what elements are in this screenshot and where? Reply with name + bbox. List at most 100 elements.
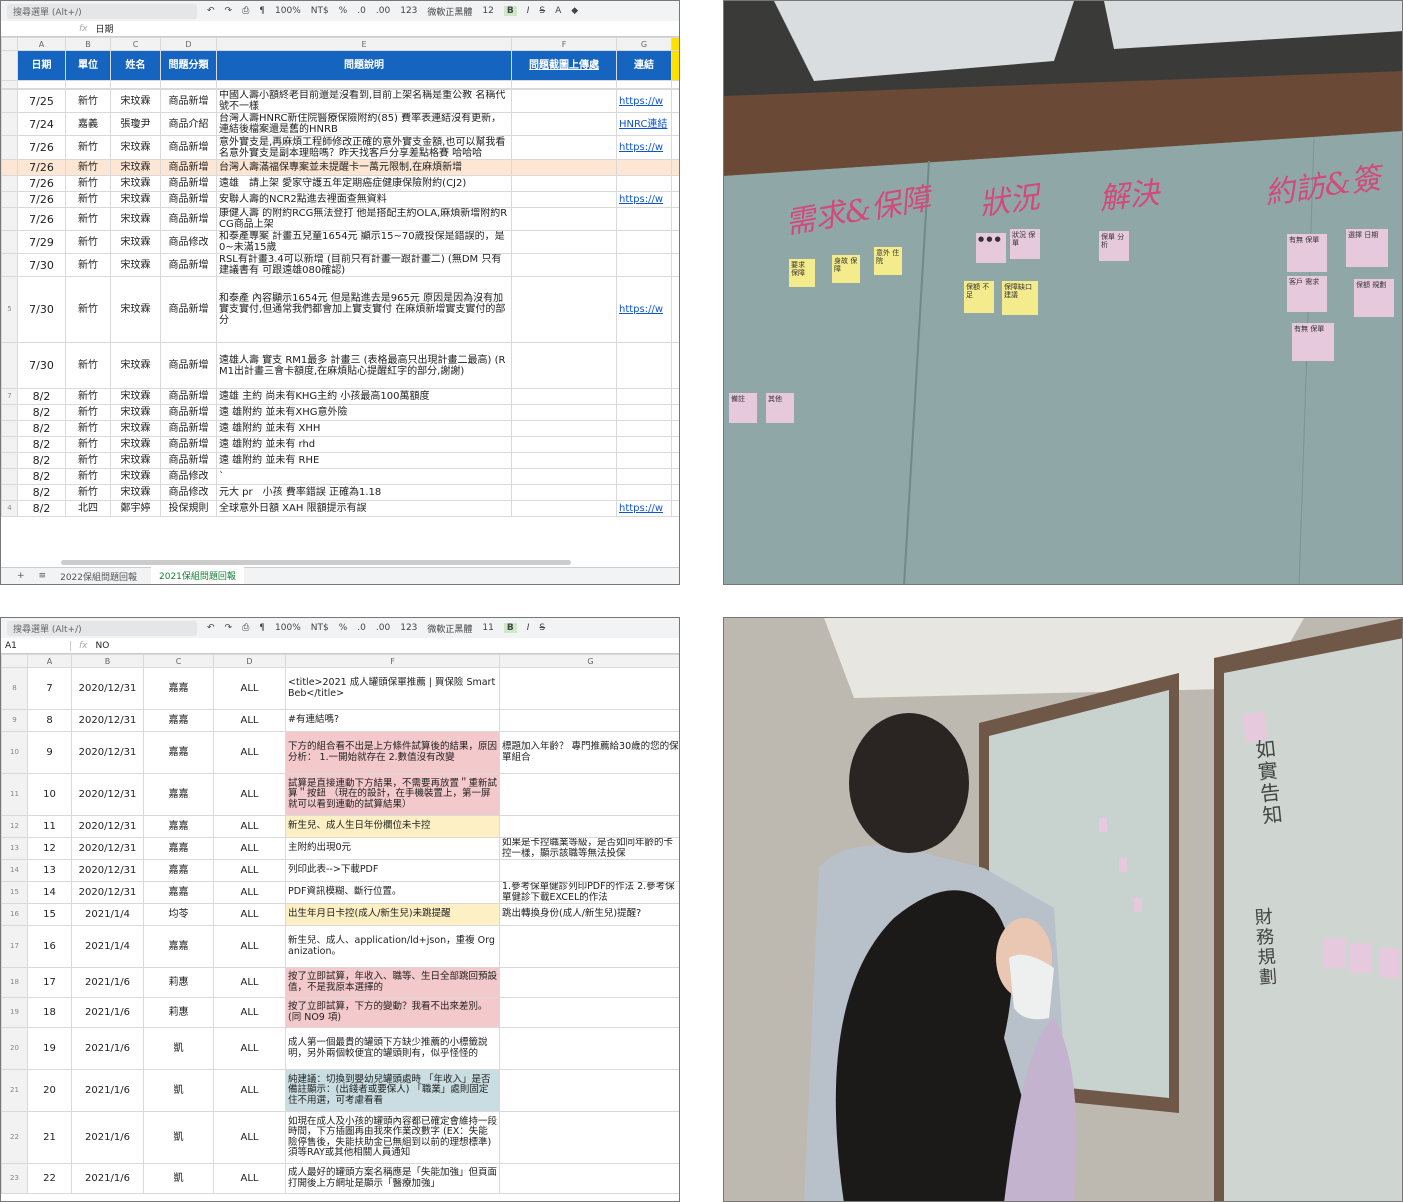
cell-extra[interactable] bbox=[671, 452, 679, 469]
cell-issue[interactable]: 新生兒、成人、application/ld+json，重複 Organizati… bbox=[285, 925, 500, 968]
table-row[interactable]: 7/25 新竹 宋玟霖 商品新增 中國人壽小額終老目前還是沒看到,目前上架名稱是重公教 … bbox=[1, 89, 679, 113]
cell-name[interactable]: 宋玟霖 bbox=[110, 175, 161, 192]
cell-screenshot[interactable] bbox=[511, 135, 617, 160]
row-number[interactable] bbox=[1, 436, 18, 453]
table-row[interactable]: 17 16 2021/1/4 嘉嘉 ALL 新生兒、成人、application/ld+j… bbox=[1, 925, 679, 968]
cell-link[interactable] bbox=[616, 159, 672, 176]
cell-name[interactable]: 宋玟霖 bbox=[110, 276, 161, 343]
cell-no[interactable]: 13 bbox=[27, 859, 72, 882]
cell-link[interactable] bbox=[616, 404, 672, 421]
cell-unit[interactable]: 新竹 bbox=[65, 135, 111, 160]
cell-description[interactable]: 遠雄人壽 實支 RM1最多 計畫三 (表格最高只出現計畫二最高) (RM1出計畫… bbox=[216, 342, 512, 389]
table-row[interactable]: 23 22 2021/1/6 凱 ALL 成人最好的罐頭方案名稱應是「失能加強」但頁面打開… bbox=[1, 1163, 679, 1194]
cell-note[interactable] bbox=[499, 773, 679, 816]
header-cell-description[interactable]: 問題說明 bbox=[216, 50, 512, 81]
cell-date[interactable]: 7/26 bbox=[17, 135, 66, 160]
cell-screenshot[interactable] bbox=[511, 112, 617, 136]
table-row[interactable]: 8/2 新竹 宋玟霖 商品修改 元大 pr 小孩 費率錯誤 正確為1.18 bbox=[1, 484, 679, 501]
cell-category[interactable]: 商品新增 bbox=[160, 342, 217, 389]
cell-issue[interactable]: 成人第一個最貴的罐頭下方缺少推薦的小標籤說明，另外兩個較便宜的罐頭則有，似乎怪怪… bbox=[285, 1027, 500, 1070]
cell-description[interactable]: 台灣人壽HNRC新住院醫療保險附約(85) 費率表連結沒有更新，連結後檔案還是舊… bbox=[216, 112, 512, 136]
cell-description[interactable]: 遠雄 主約 尚未有KHG主約 小孩最高100萬額度 bbox=[216, 388, 512, 405]
cell-no[interactable]: 12 bbox=[27, 837, 72, 860]
cell-no[interactable]: 9 bbox=[27, 731, 72, 774]
cell-unit[interactable]: 新竹 bbox=[65, 342, 111, 389]
cell-reporter[interactable]: 嘉嘉 bbox=[143, 925, 214, 968]
cell-date[interactable]: 8/2 bbox=[17, 468, 66, 485]
cell-unit[interactable]: 新竹 bbox=[65, 230, 111, 254]
cell-link[interactable] bbox=[616, 388, 672, 405]
cell-screenshot[interactable] bbox=[511, 276, 617, 343]
table-row[interactable]: 14 13 2020/12/31 嘉嘉 ALL 列印此表-->下載PDF bbox=[1, 859, 679, 882]
strikethrough-button[interactable]: S bbox=[539, 6, 545, 16]
cell-reporter[interactable]: 嘉嘉 bbox=[143, 837, 214, 860]
row-number[interactable]: 12 bbox=[1, 815, 28, 838]
cell-name[interactable]: 宋玟霖 bbox=[110, 207, 161, 231]
table-row[interactable]: 7/26 新竹 宋玟霖 商品新增 意外實支是,再麻煩工程師修改正確的意外實支金額,也可以… bbox=[1, 135, 679, 160]
cell-extra[interactable] bbox=[671, 484, 679, 501]
cell-description[interactable]: 遠 雄附約 並未有 RHE bbox=[216, 452, 512, 469]
table-row[interactable]: 7/24 嘉義 張瓊尹 商品介紹 台灣人壽HNRC新住院醫療保險附約(85) 費率表連結… bbox=[1, 112, 679, 136]
cell-reporter[interactable]: 嘉嘉 bbox=[143, 709, 214, 732]
cell-no[interactable]: 19 bbox=[27, 1027, 72, 1070]
column-header[interactable]: D bbox=[213, 654, 286, 668]
row-number[interactable] bbox=[1, 207, 18, 231]
cell-reporter[interactable]: 嘉嘉 bbox=[143, 815, 214, 838]
cell-link[interactable] bbox=[616, 452, 672, 469]
cell-scope[interactable]: ALL bbox=[213, 1163, 286, 1194]
cell-issue[interactable]: <title>2021 成人罐頭保單推薦 | 買保險 SmartBeb</tit… bbox=[285, 667, 500, 710]
font-size-select[interactable]: 12 bbox=[482, 6, 493, 16]
tab-2022[interactable]: 2022保組問題回報 bbox=[60, 570, 137, 583]
font-select[interactable]: 微軟正黑體 bbox=[427, 622, 472, 635]
row-number[interactable]: 5 bbox=[1, 276, 18, 343]
cell-scope[interactable]: ALL bbox=[213, 997, 286, 1028]
column-header[interactable]: B bbox=[71, 654, 144, 668]
cell-category[interactable]: 商品新增 bbox=[160, 159, 217, 176]
table-row[interactable]: 7/29 新竹 宋玟霖 商品修改 和泰產專案 計畫五兒童1654元 顯示15~70歲投保… bbox=[1, 230, 679, 254]
row-number[interactable] bbox=[1, 159, 18, 176]
cell-note[interactable]: 1.參考保單健診列印PDF的作法 2.參考保單健診下載EXCEL的作法 bbox=[499, 881, 679, 904]
cell-link[interactable] bbox=[616, 436, 672, 453]
row-number[interactable] bbox=[1, 452, 18, 469]
cell-name[interactable]: 宋玟霖 bbox=[110, 253, 161, 277]
cell-issue[interactable]: 按了立即試算，下方的變動？我看不出來差別。(同 NO9 項) bbox=[285, 997, 500, 1028]
cell-screenshot[interactable] bbox=[511, 89, 617, 113]
cell-category[interactable]: 商品新增 bbox=[160, 135, 217, 160]
cell-no[interactable]: 20 bbox=[27, 1069, 72, 1112]
cell-reference[interactable]: A1 bbox=[1, 640, 71, 651]
cell-issue[interactable]: 試算是直接連動下方結果，不需要再放置＂重新試算＂按鈕 （現在的設計，在手機裝置上… bbox=[285, 773, 500, 816]
zoom-select[interactable]: 100% bbox=[275, 6, 301, 16]
cell-date[interactable]: 8/2 bbox=[17, 388, 66, 405]
cell-date[interactable]: 8/2 bbox=[17, 484, 66, 501]
tab-2021[interactable]: 2021保組問題回報 bbox=[151, 566, 244, 584]
cell-note[interactable] bbox=[499, 667, 679, 710]
cell-no[interactable]: 10 bbox=[27, 773, 72, 816]
cell-screenshot[interactable] bbox=[511, 468, 617, 485]
cell-issue[interactable]: 列印此表-->下載PDF bbox=[285, 859, 500, 882]
header-cell-screenshot[interactable]: 問題截圖上傳處 bbox=[511, 50, 617, 81]
row-number[interactable] bbox=[1, 342, 18, 389]
row-number[interactable] bbox=[1, 420, 18, 437]
cell-category[interactable]: 商品新增 bbox=[160, 207, 217, 231]
row-number[interactable]: 9 bbox=[1, 709, 28, 732]
column-header[interactable]: B bbox=[65, 37, 111, 51]
column-header[interactable]: A bbox=[27, 654, 72, 668]
table-row[interactable]: 13 12 2020/12/31 嘉嘉 ALL 主附約出現0元 如果是卡控職業等級，是否如同… bbox=[1, 837, 679, 860]
header-cell-extra[interactable] bbox=[671, 50, 679, 81]
cell-extra[interactable] bbox=[671, 468, 679, 485]
decrease-decimal-button[interactable]: .0 bbox=[357, 6, 366, 16]
cell-unit[interactable]: 新竹 bbox=[65, 191, 111, 208]
percent-button[interactable]: % bbox=[339, 623, 348, 633]
cell-scope[interactable]: ALL bbox=[213, 709, 286, 732]
cell-name[interactable]: 張瓊尹 bbox=[110, 112, 161, 136]
cell-issue[interactable]: 出生年月日卡控(成人/新生兒)未跳提醒 bbox=[285, 903, 500, 926]
cell-issue[interactable]: 純建議：切換到嬰幼兒罐頭處時 「年收入」是否備註顯示：(出錢者或要保人) 「職業… bbox=[285, 1069, 500, 1112]
cell-issue[interactable]: 按了立即試算，年收入、職等、生日全部跳回預設值，不是我原本選擇的 bbox=[285, 967, 500, 998]
cell-name[interactable]: 宋玟霖 bbox=[110, 135, 161, 160]
cell-name[interactable]: 宋玟霖 bbox=[110, 230, 161, 254]
cell-note[interactable] bbox=[499, 1111, 679, 1164]
cell-link[interactable]: https://w bbox=[616, 89, 672, 113]
font-size-select[interactable]: 11 bbox=[482, 623, 493, 633]
print-icon[interactable]: ⎙ bbox=[242, 6, 249, 16]
cell-note[interactable] bbox=[499, 997, 679, 1028]
